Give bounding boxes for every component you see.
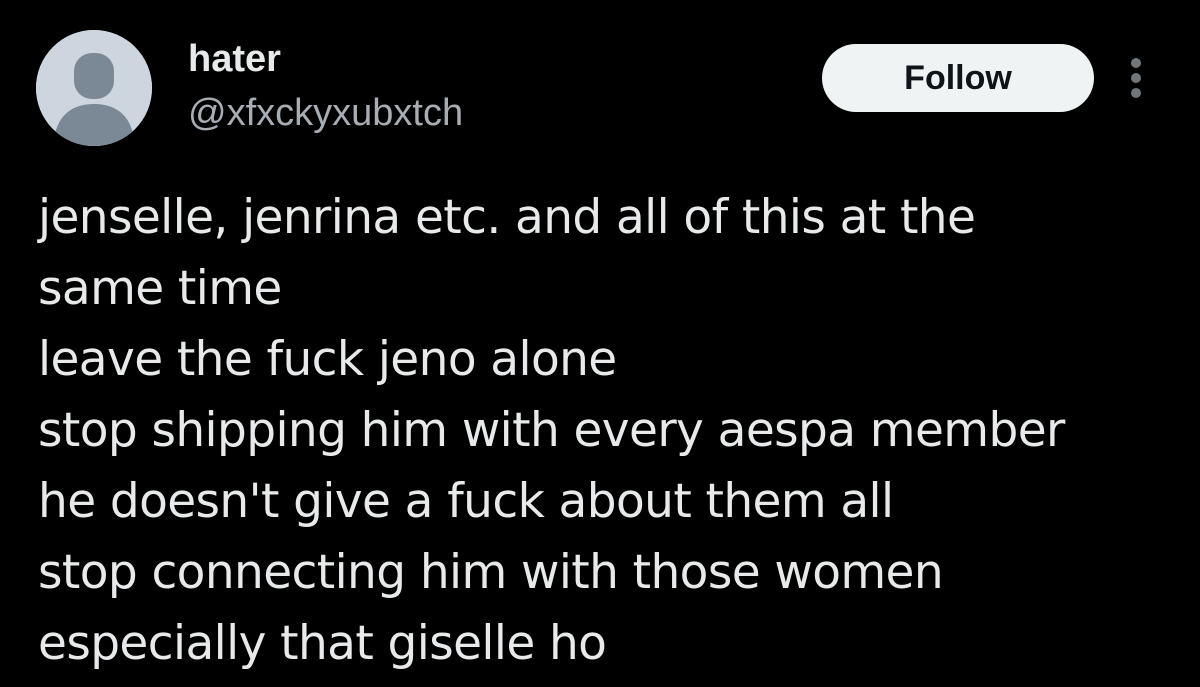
tweet-line: he doesn't give a fuck about them all	[38, 474, 894, 529]
avatar[interactable]	[36, 30, 152, 146]
tweet-line: stop shipping him with every aespa membe…	[38, 403, 1065, 458]
follow-button[interactable]: Follow	[822, 44, 1094, 112]
more-options-icon[interactable]	[1126, 56, 1146, 100]
author-handle[interactable]: @xfxckyxubxtch	[188, 92, 463, 135]
tweet-line: especially that giselle ho	[38, 616, 607, 671]
tweet-card: hater @xfxckyxubxtch Follow jenselle, je…	[0, 0, 1200, 687]
author-display-name[interactable]: hater	[188, 38, 281, 81]
tweet-line: leave the fuck jeno alone	[38, 332, 617, 387]
default-profile-silhouette-icon	[36, 30, 152, 146]
tweet-line: stop connecting him with those women	[38, 545, 944, 600]
tweet-line: same time	[38, 261, 282, 316]
tweet-line: jenselle, jenrina etc. and all of this a…	[38, 190, 976, 245]
tweet-text: jenselle, jenrina etc. and all of this a…	[38, 182, 1178, 679]
